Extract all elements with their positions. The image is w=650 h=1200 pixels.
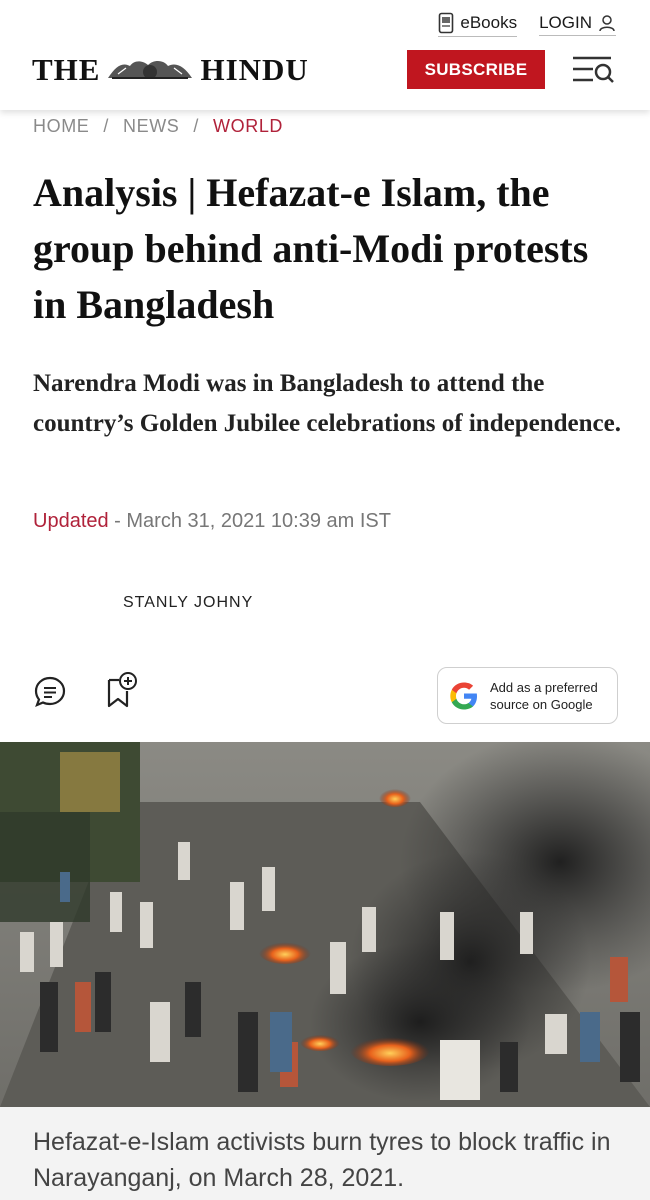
user-icon (599, 15, 615, 32)
ebooks-link[interactable]: eBooks (438, 12, 518, 37)
breadcrumb-home[interactable]: HOME (33, 116, 89, 137)
article-headline: Analysis | Hefazat-e Islam, the group be… (33, 170, 589, 327)
breadcrumb-separator: / (193, 116, 200, 136)
updated-label: Updated (33, 510, 109, 532)
google-button-line1: Add as a preferred (490, 679, 598, 695)
google-button-text: Add as a preferred source on Google (490, 679, 598, 713)
comment-icon[interactable] (33, 675, 67, 709)
article-summary: Narendra Modi was in Bangladesh to atten… (33, 370, 621, 437)
updated-value: - March 31, 2021 10:39 am IST (108, 510, 391, 532)
google-preferred-source-button[interactable]: Add as a preferred source on Google (437, 667, 618, 724)
breadcrumb: HOME / NEWS / WORLD (33, 116, 283, 137)
google-button-line2: source on Google (490, 696, 593, 712)
site-header: eBooks LOGIN THE HINDU SUBSCRIBE (0, 0, 650, 110)
top-links: eBooks LOGIN (438, 12, 616, 37)
ebook-icon (439, 12, 454, 34)
updated-timestamp: Updated - March 31, 2021 10:39 am IST (33, 510, 391, 533)
logo-text-hindu: HINDU (200, 52, 309, 87)
google-g-icon (450, 682, 477, 709)
breadcrumb-world[interactable]: WORLD (213, 116, 283, 137)
menu-search-icon[interactable] (571, 54, 615, 86)
article-photo (0, 742, 650, 1107)
subscribe-button[interactable]: SUBSCRIBE (407, 50, 545, 89)
site-logo[interactable]: THE HINDU (32, 52, 309, 88)
login-label: LOGIN (539, 13, 592, 32)
ebooks-label: eBooks (460, 13, 518, 32)
login-link[interactable]: LOGIN (539, 13, 616, 36)
bookmark-add-icon[interactable] (106, 671, 138, 709)
logo-text-the: THE (32, 52, 101, 87)
author-byline[interactable]: STANLY JOHNY (123, 594, 253, 612)
breadcrumb-separator: / (103, 116, 110, 136)
breadcrumb-news[interactable]: NEWS (123, 116, 179, 137)
photo-caption: Hefazat-e-Islam activists burn tyres to … (33, 1128, 611, 1192)
logo-emblem-icon (104, 56, 197, 84)
